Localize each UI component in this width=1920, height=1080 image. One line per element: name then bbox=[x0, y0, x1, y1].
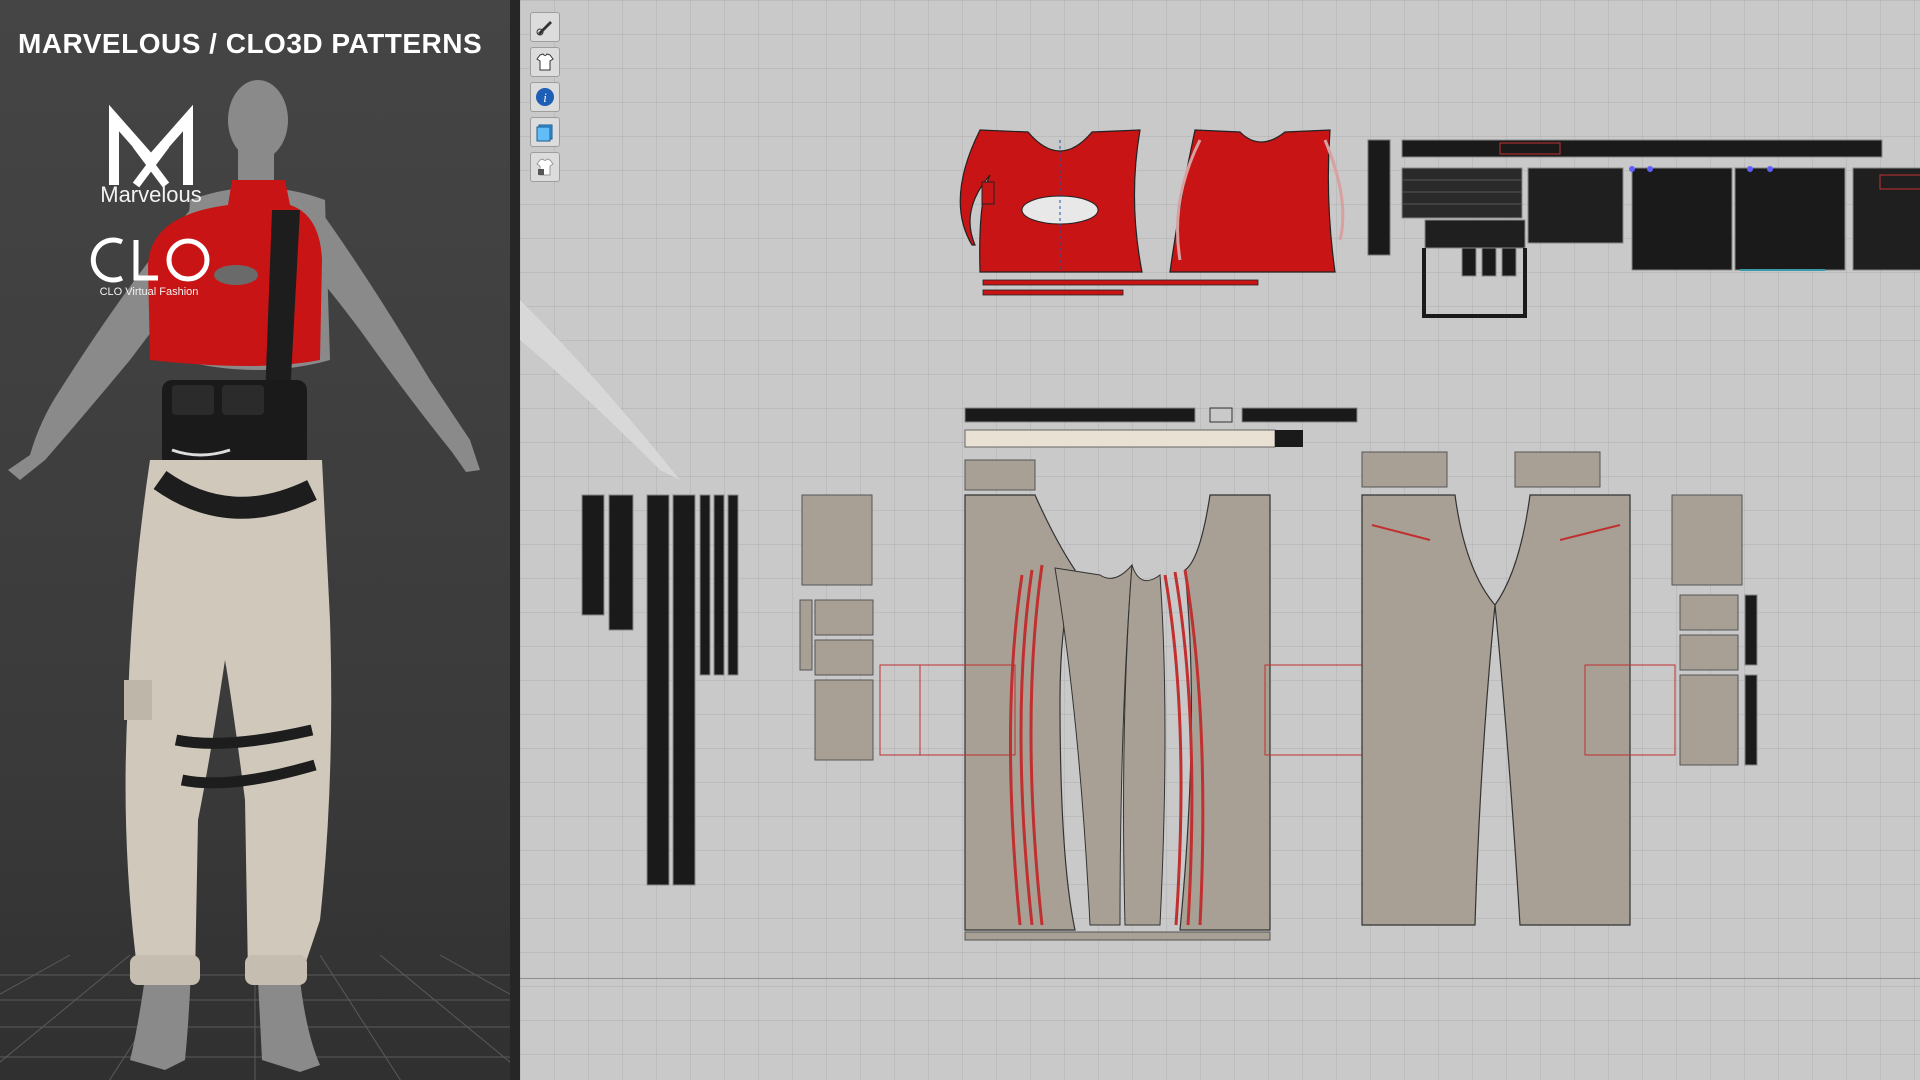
waistband-strip[interactable] bbox=[964, 429, 1276, 448]
info-icon: i bbox=[536, 88, 554, 106]
brush-visibility-icon bbox=[536, 21, 552, 36]
2d-pattern-window[interactable] bbox=[520, 0, 1920, 1080]
texture-icon bbox=[536, 124, 553, 142]
pattern-toolbar: i bbox=[530, 12, 562, 187]
pants-hem-strip[interactable] bbox=[964, 931, 1271, 941]
clo-subtitle: CLO Virtual Fashion bbox=[99, 286, 199, 298]
page-title: MARVELOUS / CLO3D PATTERNS bbox=[18, 28, 483, 59]
top-back-piece[interactable] bbox=[1169, 129, 1345, 273]
garment-visibility-icon bbox=[536, 53, 554, 71]
avatar-3d[interactable] bbox=[0, 60, 510, 1080]
lock-garment-button[interactable] bbox=[530, 152, 560, 182]
top-small-piece[interactable] bbox=[981, 181, 995, 205]
pocket-pieces-left[interactable] bbox=[799, 494, 971, 761]
belt-buckle[interactable] bbox=[1209, 407, 1233, 423]
pants-back-pieces[interactable] bbox=[1361, 451, 1676, 926]
top-band-strip[interactable] bbox=[982, 289, 1124, 296]
canvas-highlight bbox=[520, 300, 680, 480]
garment-visibility-button[interactable] bbox=[530, 47, 560, 77]
marvelous-label: Marvelous bbox=[100, 182, 202, 207]
clo-logo-icon bbox=[90, 237, 210, 283]
pants-front-right-piece[interactable] bbox=[1123, 494, 1271, 931]
panel-divider[interactable] bbox=[510, 0, 520, 1080]
texture-button[interactable] bbox=[530, 117, 560, 147]
3d-viewport[interactable]: MARVELOUS / CLO3D PATTERNS Marvelous CLO… bbox=[0, 0, 510, 1080]
belt-strip[interactable] bbox=[1241, 407, 1358, 423]
bag-pieces[interactable] bbox=[1367, 139, 1920, 318]
top-band-strip[interactable] bbox=[982, 279, 1259, 286]
pocket-pieces-right[interactable] bbox=[1671, 494, 1758, 766]
brush-visibility-button[interactable] bbox=[530, 12, 560, 42]
waistband-tab[interactable] bbox=[1275, 430, 1303, 447]
lock-garment-icon bbox=[536, 158, 554, 176]
strap-pieces[interactable] bbox=[581, 494, 739, 886]
svg-text:i: i bbox=[543, 90, 547, 105]
pattern-canvas[interactable] bbox=[520, 0, 1920, 1080]
info-button[interactable]: i bbox=[530, 82, 560, 112]
belt-strip[interactable] bbox=[964, 407, 1196, 423]
pants-front-left-piece[interactable] bbox=[964, 459, 1133, 931]
